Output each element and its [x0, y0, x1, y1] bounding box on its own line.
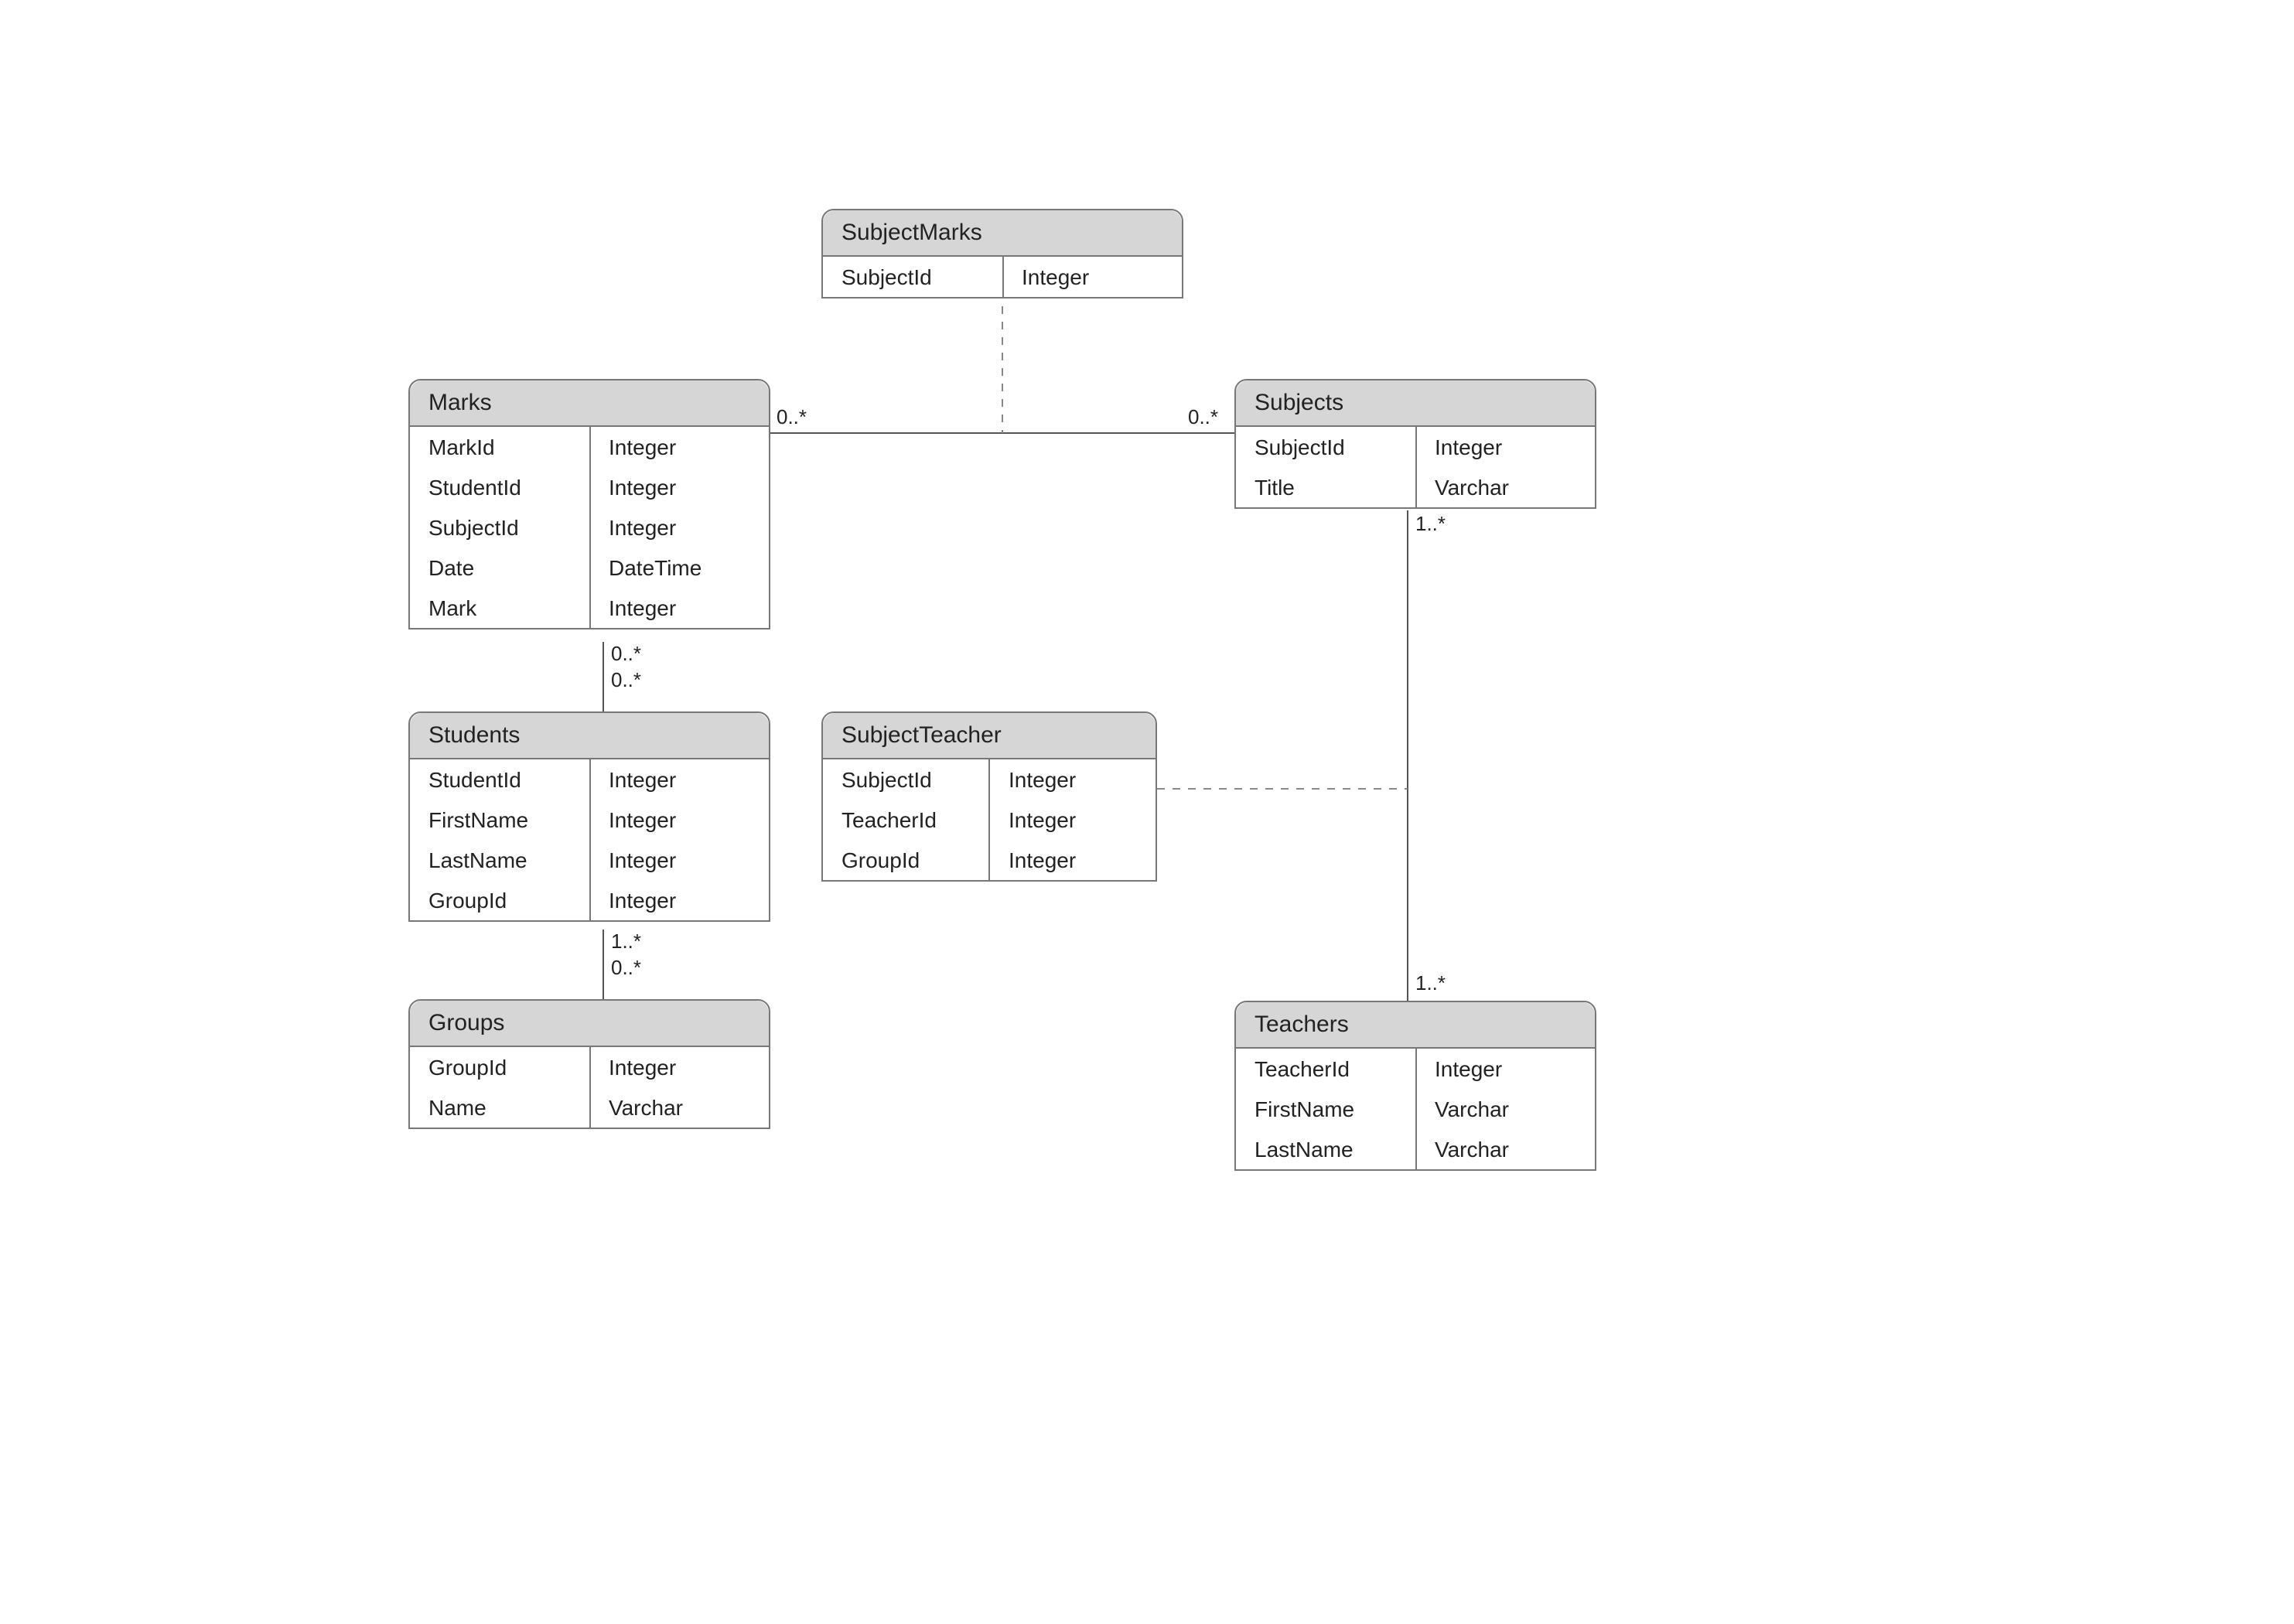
- entity-title: Groups: [410, 1001, 769, 1047]
- entity-subjectteacher: SubjectTeacher SubjectIdInteger TeacherI…: [821, 711, 1157, 882]
- entity-row: TitleVarchar: [1236, 467, 1595, 507]
- entity-teachers: Teachers TeacherIdInteger FirstNameVarch…: [1234, 1001, 1596, 1171]
- entity-row: MarkInteger: [410, 588, 769, 628]
- field-name: SubjectId: [823, 257, 1002, 297]
- entity-title: Subjects: [1236, 380, 1595, 427]
- entity-students: Students StudentIdInteger FirstNameInteg…: [408, 711, 770, 922]
- entity-subjectmarks: SubjectMarks SubjectId Integer: [821, 209, 1183, 299]
- entity-groups: Groups GroupIdInteger NameVarchar: [408, 999, 770, 1129]
- entity-row: StudentIdInteger: [410, 467, 769, 507]
- entity-title: Teachers: [1236, 1002, 1595, 1049]
- multiplicity-label: 1..*: [611, 930, 641, 953]
- field-type: Integer: [1002, 257, 1182, 297]
- entity-row: SubjectIdInteger: [1236, 427, 1595, 467]
- entity-marks: Marks MarkIdInteger StudentIdInteger Sub…: [408, 379, 770, 629]
- entity-row: TeacherIdInteger: [823, 800, 1156, 840]
- entity-row: SubjectIdInteger: [410, 507, 769, 548]
- entity-row: TeacherIdInteger: [1236, 1049, 1595, 1089]
- entity-row: StudentIdInteger: [410, 759, 769, 800]
- entity-subjects: Subjects SubjectIdInteger TitleVarchar: [1234, 379, 1596, 509]
- multiplicity-label: 0..*: [777, 405, 807, 428]
- entity-row: FirstNameInteger: [410, 800, 769, 840]
- entity-row: GroupIdInteger: [823, 840, 1156, 880]
- multiplicity-label: 0..*: [611, 642, 641, 665]
- multiplicity-label: 0..*: [611, 668, 641, 691]
- entity-title: SubjectMarks: [823, 210, 1182, 257]
- entity-title: SubjectTeacher: [823, 713, 1156, 759]
- entity-row: DateDateTime: [410, 548, 769, 588]
- entity-row: SubjectIdInteger: [823, 759, 1156, 800]
- entity-row: FirstNameVarchar: [1236, 1089, 1595, 1129]
- entity-row: LastNameInteger: [410, 840, 769, 880]
- entity-row: GroupIdInteger: [410, 1047, 769, 1087]
- multiplicity-label: 0..*: [611, 956, 641, 979]
- entity-row: GroupIdInteger: [410, 880, 769, 920]
- entity-row: NameVarchar: [410, 1087, 769, 1128]
- entity-title: Marks: [410, 380, 769, 427]
- entity-row: MarkIdInteger: [410, 427, 769, 467]
- entity-row: SubjectId Integer: [823, 257, 1182, 297]
- entity-row: LastNameVarchar: [1236, 1129, 1595, 1169]
- multiplicity-label: 1..*: [1415, 512, 1446, 535]
- er-diagram-canvas: SubjectMarks SubjectId Integer Marks Mar…: [0, 0, 2294, 1624]
- entity-title: Students: [410, 713, 769, 759]
- multiplicity-label: 0..*: [1188, 405, 1218, 428]
- multiplicity-label: 1..*: [1415, 971, 1446, 995]
